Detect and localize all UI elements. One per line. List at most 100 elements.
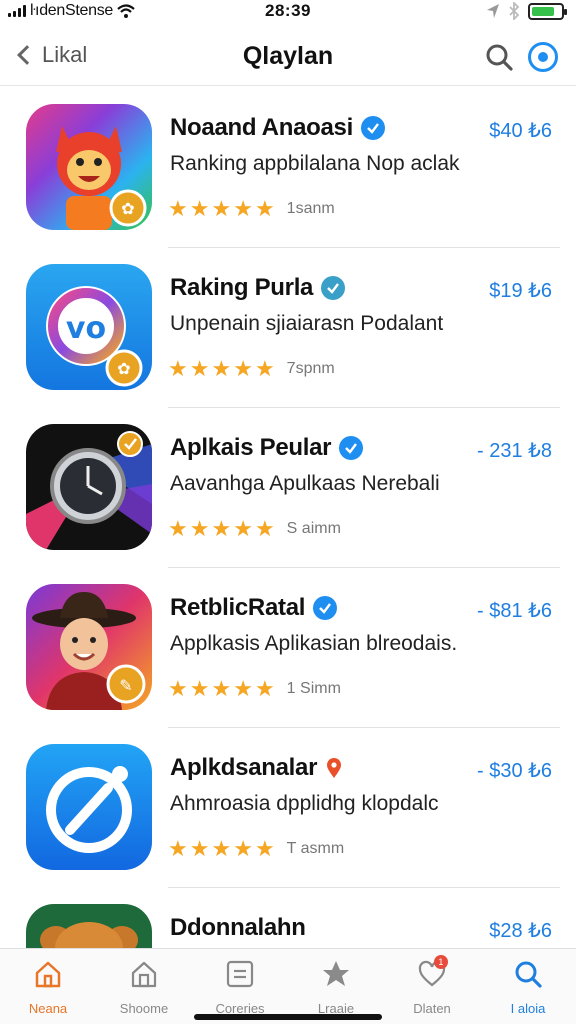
rating-count: S aimm	[286, 520, 341, 537]
tab-home[interactable]: Neana	[0, 949, 96, 1024]
app-price[interactable]: $28 ₺6	[489, 918, 552, 943]
app-price[interactable]: $40 ₺6	[489, 118, 552, 143]
bluetooth-icon	[509, 2, 520, 20]
location-pin-icon	[327, 758, 342, 778]
star-icon: ★	[254, 516, 275, 541]
location-icon	[487, 4, 499, 18]
app-name: Aplkais Peular	[170, 434, 364, 462]
search-icon	[515, 961, 542, 988]
star-icon: ★	[254, 196, 275, 221]
list-item[interactable]: vo ✿ Raking Purla $19 ₺6 Unpenain sjiaia…	[0, 248, 576, 408]
star-icon: ★	[233, 676, 253, 701]
list-item[interactable]: Aplkais Peular - 231 ₺8 Aavanhga Apulkaa…	[0, 408, 576, 568]
home-indicator[interactable]	[194, 1014, 382, 1020]
star-icon: ★	[168, 356, 188, 381]
star-icon: ★	[233, 836, 253, 861]
app-name: Raking Purla	[170, 274, 346, 302]
app-list: ✿ Noaand Anaoasi $40 ₺6 Ranking appbilal…	[0, 88, 576, 1024]
star-icon: ★	[189, 516, 210, 541]
rating-count: 7spnm	[286, 360, 335, 377]
app-icon-rainbow-ring[interactable]: vo ✿	[26, 264, 152, 390]
app-description: Aavanhga Apulkaas Nerebali	[170, 472, 440, 495]
app-price[interactable]: $19 ₺6	[489, 278, 552, 303]
star-icon: ★	[254, 836, 275, 861]
app-icon-cowboy[interactable]: ✎	[26, 584, 152, 710]
star-icon	[323, 961, 349, 986]
svg-text:✎: ✎	[119, 676, 132, 695]
app-name: Ddonnalahn	[170, 914, 306, 942]
rating: ★ ★ ★ ★ ★ S aimm	[168, 518, 341, 540]
star-icon: ★	[189, 676, 210, 701]
battery-level	[532, 6, 555, 16]
svg-text:✿: ✿	[117, 359, 130, 378]
tab-store[interactable]: Shoome	[96, 949, 192, 1024]
battery-icon	[528, 2, 567, 20]
svg-text:vo: vo	[66, 311, 106, 346]
star-icon: ★	[211, 516, 232, 541]
app-description: Ahmroasia dpplidhg klopdalc	[170, 792, 439, 815]
star-icon: ★	[211, 356, 232, 381]
tab-label: Shoome	[119, 1001, 169, 1016]
app-name-text: RetblicRatal	[170, 594, 306, 621]
tab-label: I aloia	[510, 1001, 546, 1016]
verified-icon	[313, 596, 338, 620]
list-item[interactable]: Aplkdsanalar - $30 ₺6 Ahmroasia dpplidhg…	[0, 728, 576, 888]
app-name: RetblicRatal	[170, 594, 338, 622]
rating-count: T asmm	[286, 840, 345, 857]
svg-text:✿: ✿	[121, 199, 134, 218]
tab-favorites[interactable]: 1 Dlaten	[384, 949, 480, 1024]
list-item[interactable]: ✿ Noaand Anaoasi $40 ₺6 Ranking appbilal…	[0, 88, 576, 248]
tab-label: Neana	[28, 1001, 68, 1016]
app-name-text: Ddonnalahn	[170, 914, 306, 941]
app-icon-mascot[interactable]: ✿	[26, 104, 152, 230]
app-icon-watch[interactable]	[26, 424, 152, 550]
tab-categories[interactable]: Coreries	[192, 949, 288, 1024]
app-price[interactable]: - $30 ₺6	[477, 758, 552, 783]
star-icon: ★	[168, 836, 188, 861]
app-name-text: Raking Purla	[170, 274, 314, 301]
star-icon: ★	[168, 516, 188, 541]
home-icon	[35, 961, 61, 988]
app-name: Noaand Anaoasi	[170, 114, 385, 142]
notification-badge: 1	[433, 955, 448, 969]
star-icon: ★	[168, 196, 188, 221]
nav-bar: Likal Qlaylan	[0, 30, 576, 86]
rating: ★ ★ ★ ★ ★ 7spnm	[168, 358, 335, 380]
star-icon: ★	[168, 676, 188, 701]
star-icon: ★	[189, 196, 210, 221]
star-icon: ★	[254, 356, 275, 381]
status-right	[486, 2, 567, 20]
account-icon[interactable]	[528, 42, 558, 72]
star-icon: ★	[189, 356, 210, 381]
app-price[interactable]: - 231 ₺8	[477, 438, 552, 463]
rating-count: 1sanm	[286, 200, 335, 217]
verified-icon	[360, 116, 385, 140]
app-name: Aplkdsanalar	[170, 754, 343, 782]
tab-label: Dlaten	[413, 1001, 451, 1016]
app-price[interactable]: - $81 ₺6	[477, 598, 552, 623]
star-icon: ★	[233, 356, 253, 381]
categories-icon	[226, 960, 254, 988]
tab-featured[interactable]: Lraaie	[288, 949, 384, 1024]
star-icon: ★	[211, 196, 232, 221]
app-name-text: Aplkdsanalar	[170, 754, 318, 781]
app-name-text: Noaand Anaoasi	[170, 114, 353, 141]
star-icon: ★	[254, 676, 275, 701]
app-description: Applkasis Aplikasian blreodais.	[170, 632, 458, 655]
status-bar: ŀıdenStense 28:39	[0, 0, 576, 24]
star-icon: ★	[233, 196, 253, 221]
verified-icon	[321, 276, 346, 300]
rating: ★ ★ ★ ★ ★ T asmm	[168, 838, 344, 860]
star-icon: ★	[233, 516, 253, 541]
tab-search[interactable]: I aloia	[480, 949, 576, 1024]
app-icon-monkey[interactable]	[26, 904, 152, 948]
app-icon-circle-slash[interactable]	[26, 744, 152, 870]
list-item[interactable]: ✎ RetblicRatal - $81 ₺6 Applkasis Aplika…	[0, 568, 576, 728]
app-description: Unpenain sjiaiarasn Podalant	[170, 312, 444, 335]
search-icon[interactable]	[484, 42, 514, 72]
star-icon: ★	[211, 836, 232, 861]
rating: ★ ★ ★ ★ ★ 1sanm	[168, 198, 335, 220]
star-icon: ★	[211, 676, 232, 701]
rating-count: 1 Simm	[286, 680, 341, 697]
rating: ★ ★ ★ ★ ★ 1 Simm	[168, 678, 341, 700]
